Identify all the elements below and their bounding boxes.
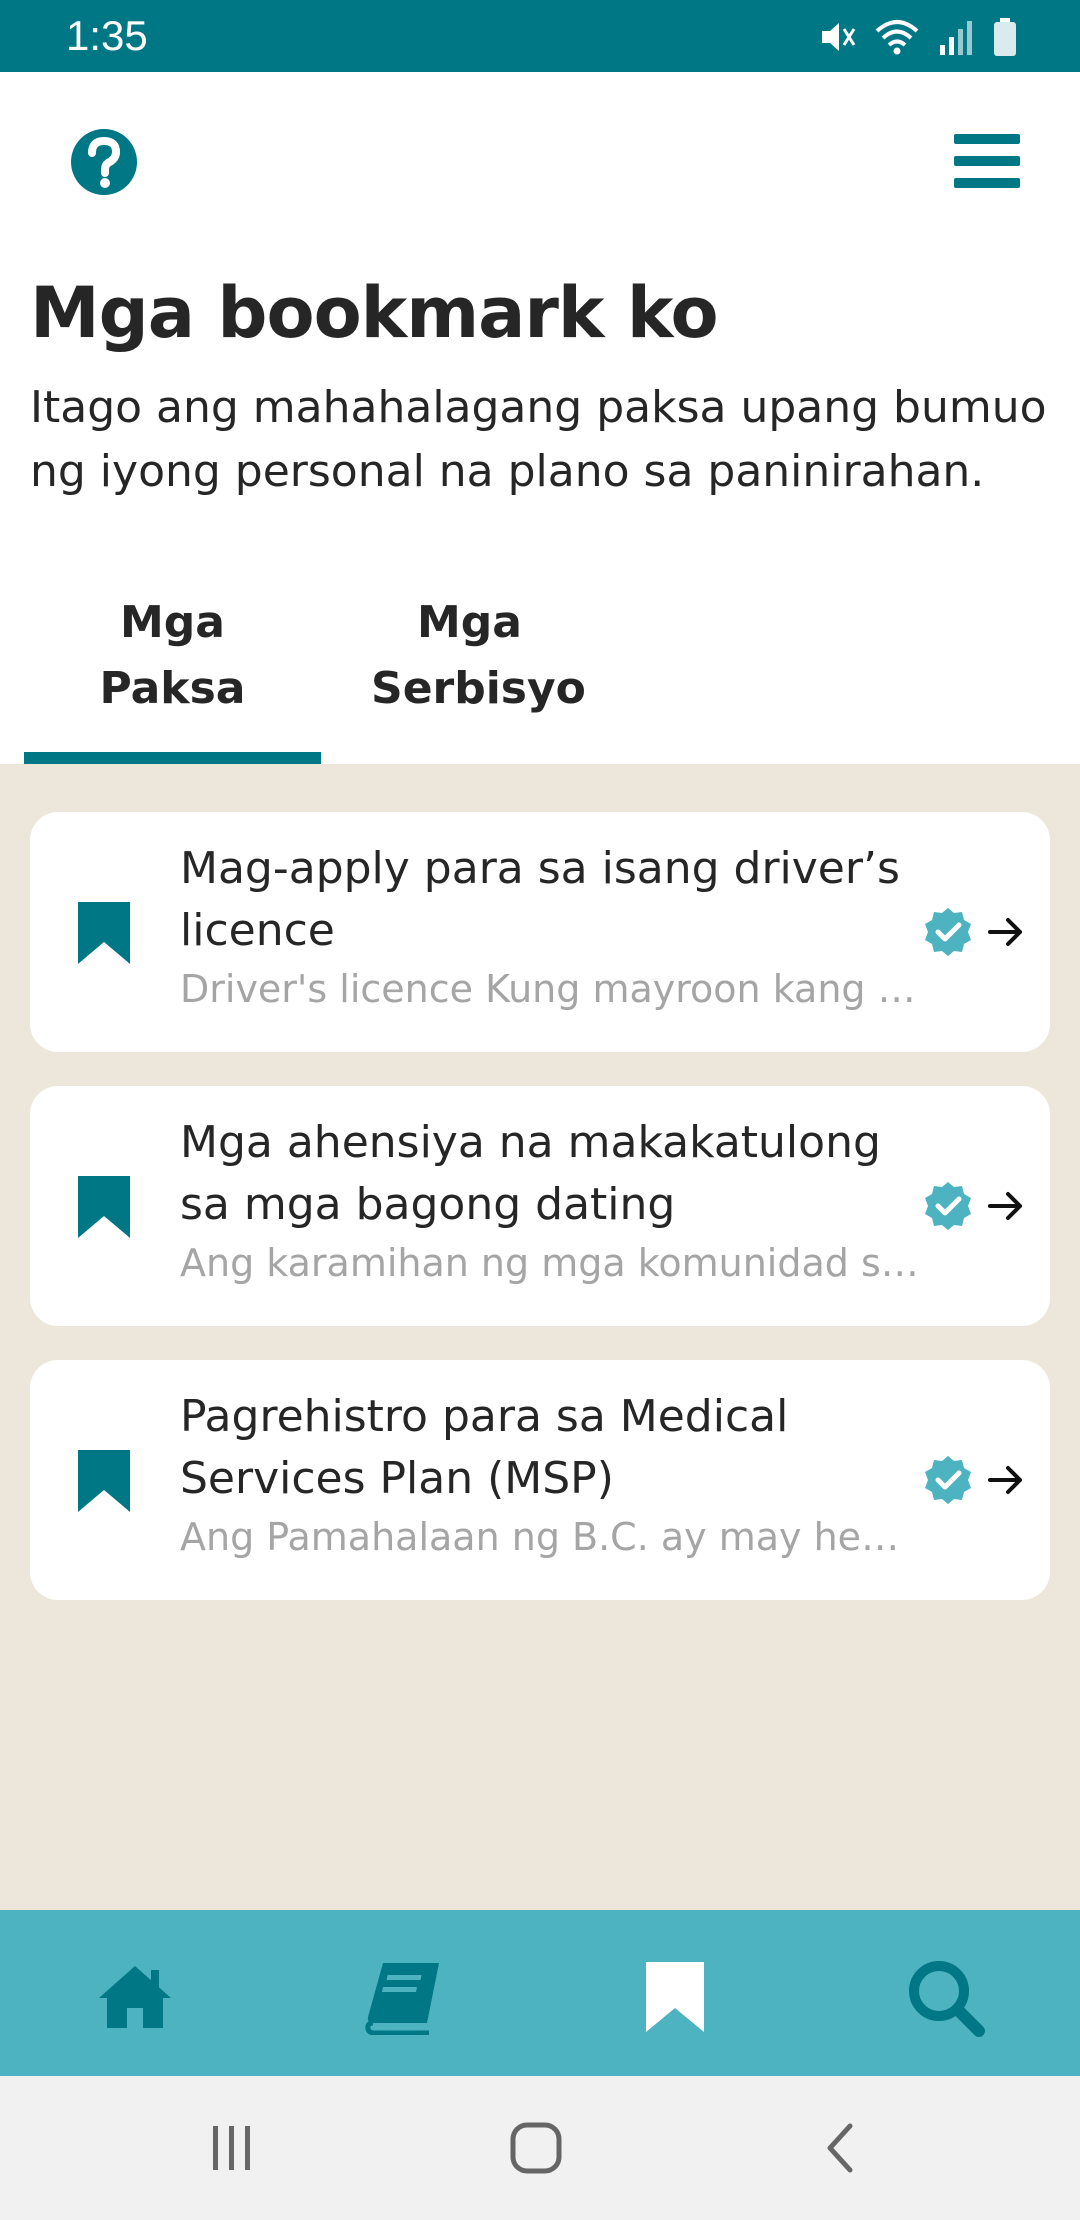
bookmark-title: Mga ahensiya na makakatulong sa mga bago… bbox=[180, 1117, 881, 1230]
bottom-navigation bbox=[0, 1910, 1080, 2076]
bookmark-icon bbox=[646, 1962, 704, 2032]
tab-mga-paksa[interactable]: Mga Paksa bbox=[24, 580, 321, 764]
recent-apps-button[interactable] bbox=[200, 2116, 264, 2180]
menu-button[interactable] bbox=[952, 128, 1022, 194]
bookmark-icon[interactable] bbox=[76, 1174, 132, 1240]
nav-bookmarks[interactable] bbox=[630, 1952, 720, 2042]
home-circle-icon bbox=[510, 2122, 562, 2174]
status-time: 1:35 bbox=[66, 12, 148, 59]
nav-search[interactable] bbox=[900, 1952, 990, 2042]
system-navigation-bar bbox=[0, 2076, 1080, 2220]
nav-home[interactable] bbox=[90, 1952, 180, 2042]
book-icon bbox=[365, 1963, 439, 2035]
page-title: Mga bookmark ko bbox=[30, 272, 719, 354]
back-chevron-icon bbox=[827, 2123, 853, 2173]
search-icon bbox=[909, 1961, 985, 2037]
bookmark-title: Pagrehistro para sa Medical Services Pla… bbox=[180, 1391, 789, 1504]
verified-badge-icon bbox=[925, 1182, 971, 1230]
signal-icon bbox=[940, 21, 972, 55]
bookmark-list: Mag-apply para sa isang driver’s licence… bbox=[0, 764, 1080, 1910]
question-circle-icon bbox=[71, 129, 137, 195]
bookmark-card[interactable]: Mag-apply para sa isang driver’s licence… bbox=[30, 812, 1050, 1052]
bookmark-title: Mag-apply para sa isang driver’s licence bbox=[180, 843, 900, 956]
page-subtitle: Itago ang mahahalagang paksa upang bumuo… bbox=[30, 382, 1047, 497]
status-icons bbox=[816, 14, 1018, 60]
bookmark-icon[interactable] bbox=[76, 1448, 132, 1514]
bookmark-card[interactable]: Pagrehistro para sa Medical Services Pla… bbox=[30, 1360, 1050, 1600]
arrow-right-icon bbox=[988, 1466, 1022, 1494]
status-bar: 1:35 bbox=[0, 0, 1080, 72]
bookmark-description: Ang Pamahalaan ng B.C. ay may heal… bbox=[180, 1515, 920, 1559]
hamburger-menu-icon bbox=[954, 134, 1020, 188]
home-icon bbox=[99, 1966, 171, 2028]
verified-badge-icon bbox=[925, 1456, 971, 1504]
tab-mga-serbisyo[interactable]: Mga Serbisyo bbox=[321, 580, 618, 764]
bookmark-card[interactable]: Mga ahensiya na makakatulong sa mga bago… bbox=[30, 1086, 1050, 1326]
bookmark-icon[interactable] bbox=[76, 900, 132, 966]
back-button[interactable] bbox=[808, 2116, 872, 2180]
recent-apps-icon bbox=[213, 2126, 250, 2170]
wifi-icon bbox=[875, 20, 919, 55]
battery-icon bbox=[994, 18, 1016, 56]
app-header bbox=[0, 72, 1080, 242]
mute-icon bbox=[822, 23, 856, 51]
verified-badge-icon bbox=[925, 908, 971, 956]
bookmark-description: Ang karamihan ng mga komunidad sa.. bbox=[180, 1241, 920, 1285]
nav-guides[interactable] bbox=[360, 1952, 450, 2042]
home-button[interactable] bbox=[504, 2116, 568, 2180]
arrow-right-icon bbox=[988, 918, 1022, 946]
bookmark-tabs: Mga Paksa Mga Serbisyo bbox=[24, 580, 618, 764]
arrow-right-icon bbox=[988, 1192, 1022, 1220]
help-button[interactable] bbox=[68, 126, 140, 198]
bookmark-description: Driver's licence Kung mayroon kang l… bbox=[180, 967, 920, 1011]
